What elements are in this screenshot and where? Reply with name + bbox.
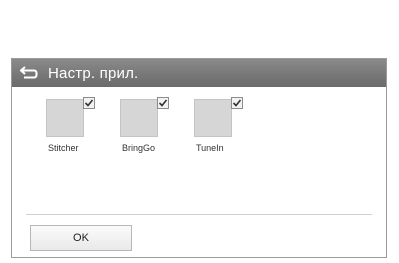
app-label: TuneIn [196,143,224,153]
ok-button[interactable]: OK [30,225,132,251]
back-button[interactable] [16,59,42,87]
back-arrow-icon [20,66,38,79]
app-checkbox[interactable] [157,97,169,109]
app-checkbox[interactable] [83,97,95,109]
app-list: Stitcher BringGo TuneIn [46,97,268,153]
app-icon-placeholder [120,99,158,137]
checkmark-icon [84,99,94,107]
divider [26,214,372,215]
app-item-stitcher[interactable]: Stitcher [46,97,120,153]
app-item-tunein[interactable]: TuneIn [194,97,268,153]
checkmark-icon [232,99,242,107]
app-item-bringgo[interactable]: BringGo [120,97,194,153]
app-settings-screen: Настр. прил. Stitcher BringGo TuneIn OK [11,58,387,258]
header-bar: Настр. прил. [12,59,386,87]
page-title: Настр. прил. [48,64,139,82]
app-icon-placeholder [46,99,84,137]
app-label: BringGo [122,143,156,153]
checkmark-icon [158,99,168,107]
app-checkbox[interactable] [231,97,243,109]
app-label: Stitcher [48,143,79,153]
app-icon-placeholder [194,99,232,137]
